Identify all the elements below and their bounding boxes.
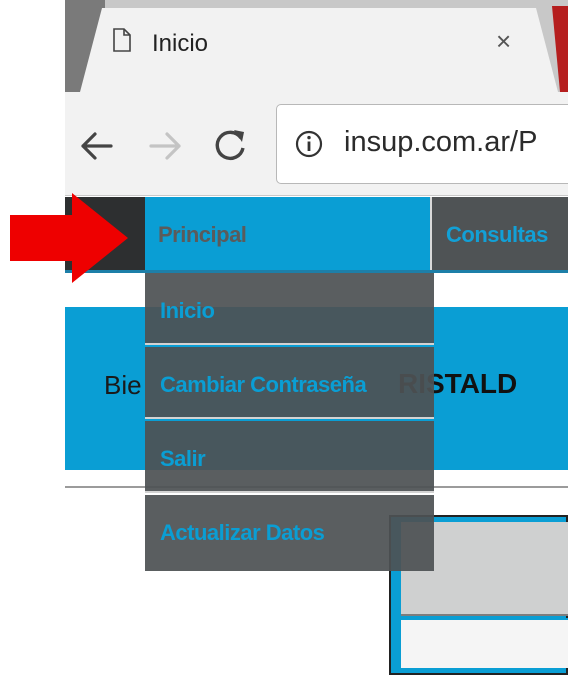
content-panel-divider (401, 614, 568, 616)
nav-item-consultas[interactable]: Consultas (446, 222, 548, 248)
menu-item-actualizar-datos[interactable]: Actualizar Datos (145, 495, 434, 571)
tab-title: Inicio (152, 30, 209, 57)
red-arrow-annotation (10, 193, 128, 283)
nav-item-label: Principal (158, 222, 247, 247)
menu-item-inicio[interactable]: Inicio (145, 273, 434, 345)
info-icon[interactable] (295, 130, 323, 158)
menu-item-label: Actualizar Datos (160, 520, 325, 545)
menu-item-label: Inicio (160, 298, 215, 323)
page-icon (113, 28, 131, 52)
reload-icon[interactable] (213, 128, 247, 162)
menu-item-salir[interactable]: Salir (145, 421, 434, 493)
url-text: insup.com.ar/P (344, 126, 538, 158)
menu-item-label: Cambiar Contraseña (160, 372, 367, 397)
menu-item-cambiar-contrasena[interactable]: Cambiar Contraseña (145, 347, 434, 419)
close-icon[interactable]: × (496, 26, 511, 57)
welcome-text: Bie (104, 370, 142, 400)
back-arrow-icon[interactable] (80, 130, 114, 162)
principal-dropdown-menu: Inicio Cambiar Contraseña Salir Actualiz… (145, 273, 434, 573)
content-panel-body (401, 618, 568, 668)
nav-item-principal[interactable]: Principal (145, 197, 432, 272)
menu-item-label: Salir (160, 446, 206, 471)
forward-arrow-icon[interactable] (148, 130, 182, 162)
